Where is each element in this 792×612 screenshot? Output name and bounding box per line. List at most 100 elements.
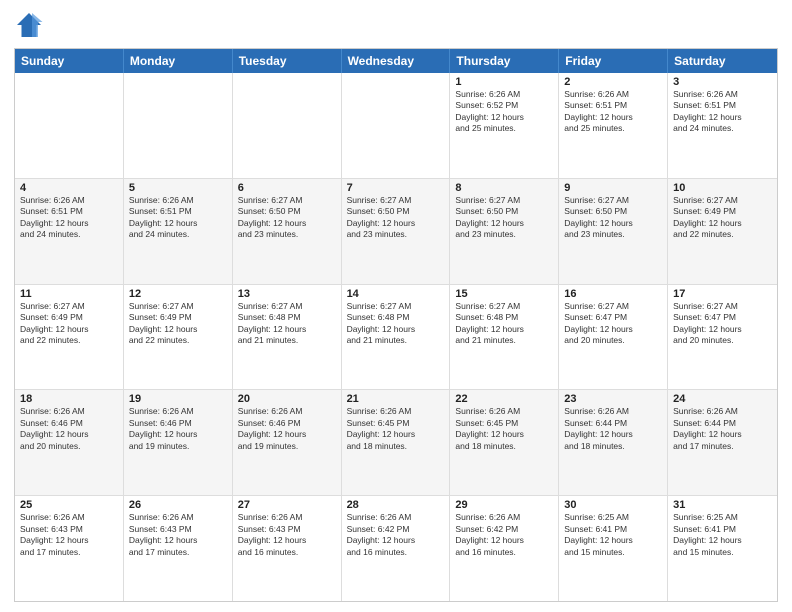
day-cell-25: 25Sunrise: 6:26 AM Sunset: 6:43 PM Dayli…	[15, 496, 124, 601]
day-info: Sunrise: 6:26 AM Sunset: 6:46 PM Dayligh…	[129, 406, 227, 452]
day-info: Sunrise: 6:26 AM Sunset: 6:51 PM Dayligh…	[673, 89, 772, 135]
day-cell-26: 26Sunrise: 6:26 AM Sunset: 6:43 PM Dayli…	[124, 496, 233, 601]
day-cell-18: 18Sunrise: 6:26 AM Sunset: 6:46 PM Dayli…	[15, 390, 124, 495]
day-number: 21	[347, 393, 445, 405]
calendar: SundayMondayTuesdayWednesdayThursdayFrid…	[14, 48, 778, 602]
day-number: 6	[238, 182, 336, 194]
calendar-row-3: 18Sunrise: 6:26 AM Sunset: 6:46 PM Dayli…	[15, 389, 777, 495]
day-cell-11: 11Sunrise: 6:27 AM Sunset: 6:49 PM Dayli…	[15, 285, 124, 390]
day-info: Sunrise: 6:26 AM Sunset: 6:44 PM Dayligh…	[673, 406, 772, 452]
header-day-thursday: Thursday	[450, 49, 559, 73]
day-cell-5: 5Sunrise: 6:26 AM Sunset: 6:51 PM Daylig…	[124, 179, 233, 284]
day-number: 7	[347, 182, 445, 194]
day-number: 20	[238, 393, 336, 405]
day-info: Sunrise: 6:26 AM Sunset: 6:45 PM Dayligh…	[347, 406, 445, 452]
day-info: Sunrise: 6:27 AM Sunset: 6:48 PM Dayligh…	[347, 301, 445, 347]
day-number: 1	[455, 76, 553, 88]
header-day-wednesday: Wednesday	[342, 49, 451, 73]
day-info: Sunrise: 6:27 AM Sunset: 6:50 PM Dayligh…	[238, 195, 336, 241]
day-cell-14: 14Sunrise: 6:27 AM Sunset: 6:48 PM Dayli…	[342, 285, 451, 390]
day-number: 3	[673, 76, 772, 88]
day-cell-24: 24Sunrise: 6:26 AM Sunset: 6:44 PM Dayli…	[668, 390, 777, 495]
day-cell-6: 6Sunrise: 6:27 AM Sunset: 6:50 PM Daylig…	[233, 179, 342, 284]
day-cell-21: 21Sunrise: 6:26 AM Sunset: 6:45 PM Dayli…	[342, 390, 451, 495]
day-cell-13: 13Sunrise: 6:27 AM Sunset: 6:48 PM Dayli…	[233, 285, 342, 390]
day-info: Sunrise: 6:27 AM Sunset: 6:48 PM Dayligh…	[238, 301, 336, 347]
day-number: 17	[673, 288, 772, 300]
day-cell-9: 9Sunrise: 6:27 AM Sunset: 6:50 PM Daylig…	[559, 179, 668, 284]
header-day-monday: Monday	[124, 49, 233, 73]
header-day-tuesday: Tuesday	[233, 49, 342, 73]
day-info: Sunrise: 6:26 AM Sunset: 6:46 PM Dayligh…	[20, 406, 118, 452]
day-number: 8	[455, 182, 553, 194]
day-number: 13	[238, 288, 336, 300]
day-info: Sunrise: 6:26 AM Sunset: 6:42 PM Dayligh…	[455, 512, 553, 558]
day-number: 25	[20, 499, 118, 511]
calendar-header: SundayMondayTuesdayWednesdayThursdayFrid…	[15, 49, 777, 73]
day-cell-23: 23Sunrise: 6:26 AM Sunset: 6:44 PM Dayli…	[559, 390, 668, 495]
empty-cell	[342, 73, 451, 178]
day-number: 19	[129, 393, 227, 405]
day-cell-8: 8Sunrise: 6:27 AM Sunset: 6:50 PM Daylig…	[450, 179, 559, 284]
day-info: Sunrise: 6:26 AM Sunset: 6:45 PM Dayligh…	[455, 406, 553, 452]
day-cell-15: 15Sunrise: 6:27 AM Sunset: 6:48 PM Dayli…	[450, 285, 559, 390]
calendar-body: 1Sunrise: 6:26 AM Sunset: 6:52 PM Daylig…	[15, 73, 777, 601]
day-number: 31	[673, 499, 772, 511]
day-info: Sunrise: 6:26 AM Sunset: 6:51 PM Dayligh…	[129, 195, 227, 241]
day-number: 11	[20, 288, 118, 300]
day-number: 18	[20, 393, 118, 405]
day-info: Sunrise: 6:26 AM Sunset: 6:43 PM Dayligh…	[129, 512, 227, 558]
day-info: Sunrise: 6:27 AM Sunset: 6:49 PM Dayligh…	[673, 195, 772, 241]
day-info: Sunrise: 6:27 AM Sunset: 6:48 PM Dayligh…	[455, 301, 553, 347]
calendar-row-0: 1Sunrise: 6:26 AM Sunset: 6:52 PM Daylig…	[15, 73, 777, 178]
day-cell-12: 12Sunrise: 6:27 AM Sunset: 6:49 PM Dayli…	[124, 285, 233, 390]
day-info: Sunrise: 6:26 AM Sunset: 6:42 PM Dayligh…	[347, 512, 445, 558]
day-cell-22: 22Sunrise: 6:26 AM Sunset: 6:45 PM Dayli…	[450, 390, 559, 495]
day-cell-27: 27Sunrise: 6:26 AM Sunset: 6:43 PM Dayli…	[233, 496, 342, 601]
day-info: Sunrise: 6:27 AM Sunset: 6:49 PM Dayligh…	[129, 301, 227, 347]
day-cell-29: 29Sunrise: 6:26 AM Sunset: 6:42 PM Dayli…	[450, 496, 559, 601]
day-info: Sunrise: 6:25 AM Sunset: 6:41 PM Dayligh…	[673, 512, 772, 558]
day-cell-20: 20Sunrise: 6:26 AM Sunset: 6:46 PM Dayli…	[233, 390, 342, 495]
day-info: Sunrise: 6:27 AM Sunset: 6:47 PM Dayligh…	[564, 301, 662, 347]
page: SundayMondayTuesdayWednesdayThursdayFrid…	[0, 0, 792, 612]
day-number: 4	[20, 182, 118, 194]
day-number: 5	[129, 182, 227, 194]
day-info: Sunrise: 6:26 AM Sunset: 6:51 PM Dayligh…	[564, 89, 662, 135]
day-info: Sunrise: 6:27 AM Sunset: 6:50 PM Dayligh…	[347, 195, 445, 241]
header	[14, 10, 778, 40]
day-cell-30: 30Sunrise: 6:25 AM Sunset: 6:41 PM Dayli…	[559, 496, 668, 601]
day-number: 14	[347, 288, 445, 300]
empty-cell	[233, 73, 342, 178]
day-number: 23	[564, 393, 662, 405]
day-cell-31: 31Sunrise: 6:25 AM Sunset: 6:41 PM Dayli…	[668, 496, 777, 601]
day-cell-16: 16Sunrise: 6:27 AM Sunset: 6:47 PM Dayli…	[559, 285, 668, 390]
day-number: 29	[455, 499, 553, 511]
day-number: 16	[564, 288, 662, 300]
day-info: Sunrise: 6:27 AM Sunset: 6:50 PM Dayligh…	[455, 195, 553, 241]
day-info: Sunrise: 6:26 AM Sunset: 6:44 PM Dayligh…	[564, 406, 662, 452]
day-info: Sunrise: 6:26 AM Sunset: 6:43 PM Dayligh…	[238, 512, 336, 558]
day-cell-7: 7Sunrise: 6:27 AM Sunset: 6:50 PM Daylig…	[342, 179, 451, 284]
day-info: Sunrise: 6:27 AM Sunset: 6:50 PM Dayligh…	[564, 195, 662, 241]
day-info: Sunrise: 6:27 AM Sunset: 6:47 PM Dayligh…	[673, 301, 772, 347]
day-info: Sunrise: 6:26 AM Sunset: 6:43 PM Dayligh…	[20, 512, 118, 558]
day-cell-17: 17Sunrise: 6:27 AM Sunset: 6:47 PM Dayli…	[668, 285, 777, 390]
empty-cell	[15, 73, 124, 178]
day-number: 10	[673, 182, 772, 194]
day-info: Sunrise: 6:26 AM Sunset: 6:51 PM Dayligh…	[20, 195, 118, 241]
day-number: 2	[564, 76, 662, 88]
day-info: Sunrise: 6:25 AM Sunset: 6:41 PM Dayligh…	[564, 512, 662, 558]
day-cell-3: 3Sunrise: 6:26 AM Sunset: 6:51 PM Daylig…	[668, 73, 777, 178]
day-cell-2: 2Sunrise: 6:26 AM Sunset: 6:51 PM Daylig…	[559, 73, 668, 178]
calendar-row-4: 25Sunrise: 6:26 AM Sunset: 6:43 PM Dayli…	[15, 495, 777, 601]
day-cell-4: 4Sunrise: 6:26 AM Sunset: 6:51 PM Daylig…	[15, 179, 124, 284]
logo-icon	[14, 10, 44, 40]
header-day-sunday: Sunday	[15, 49, 124, 73]
header-day-friday: Friday	[559, 49, 668, 73]
day-number: 26	[129, 499, 227, 511]
day-number: 22	[455, 393, 553, 405]
day-info: Sunrise: 6:26 AM Sunset: 6:52 PM Dayligh…	[455, 89, 553, 135]
calendar-row-2: 11 Sunrise: 6:27 AM Sunset: 6:49 PM Dayli…	[15, 284, 777, 390]
day-number: 12	[129, 288, 227, 300]
